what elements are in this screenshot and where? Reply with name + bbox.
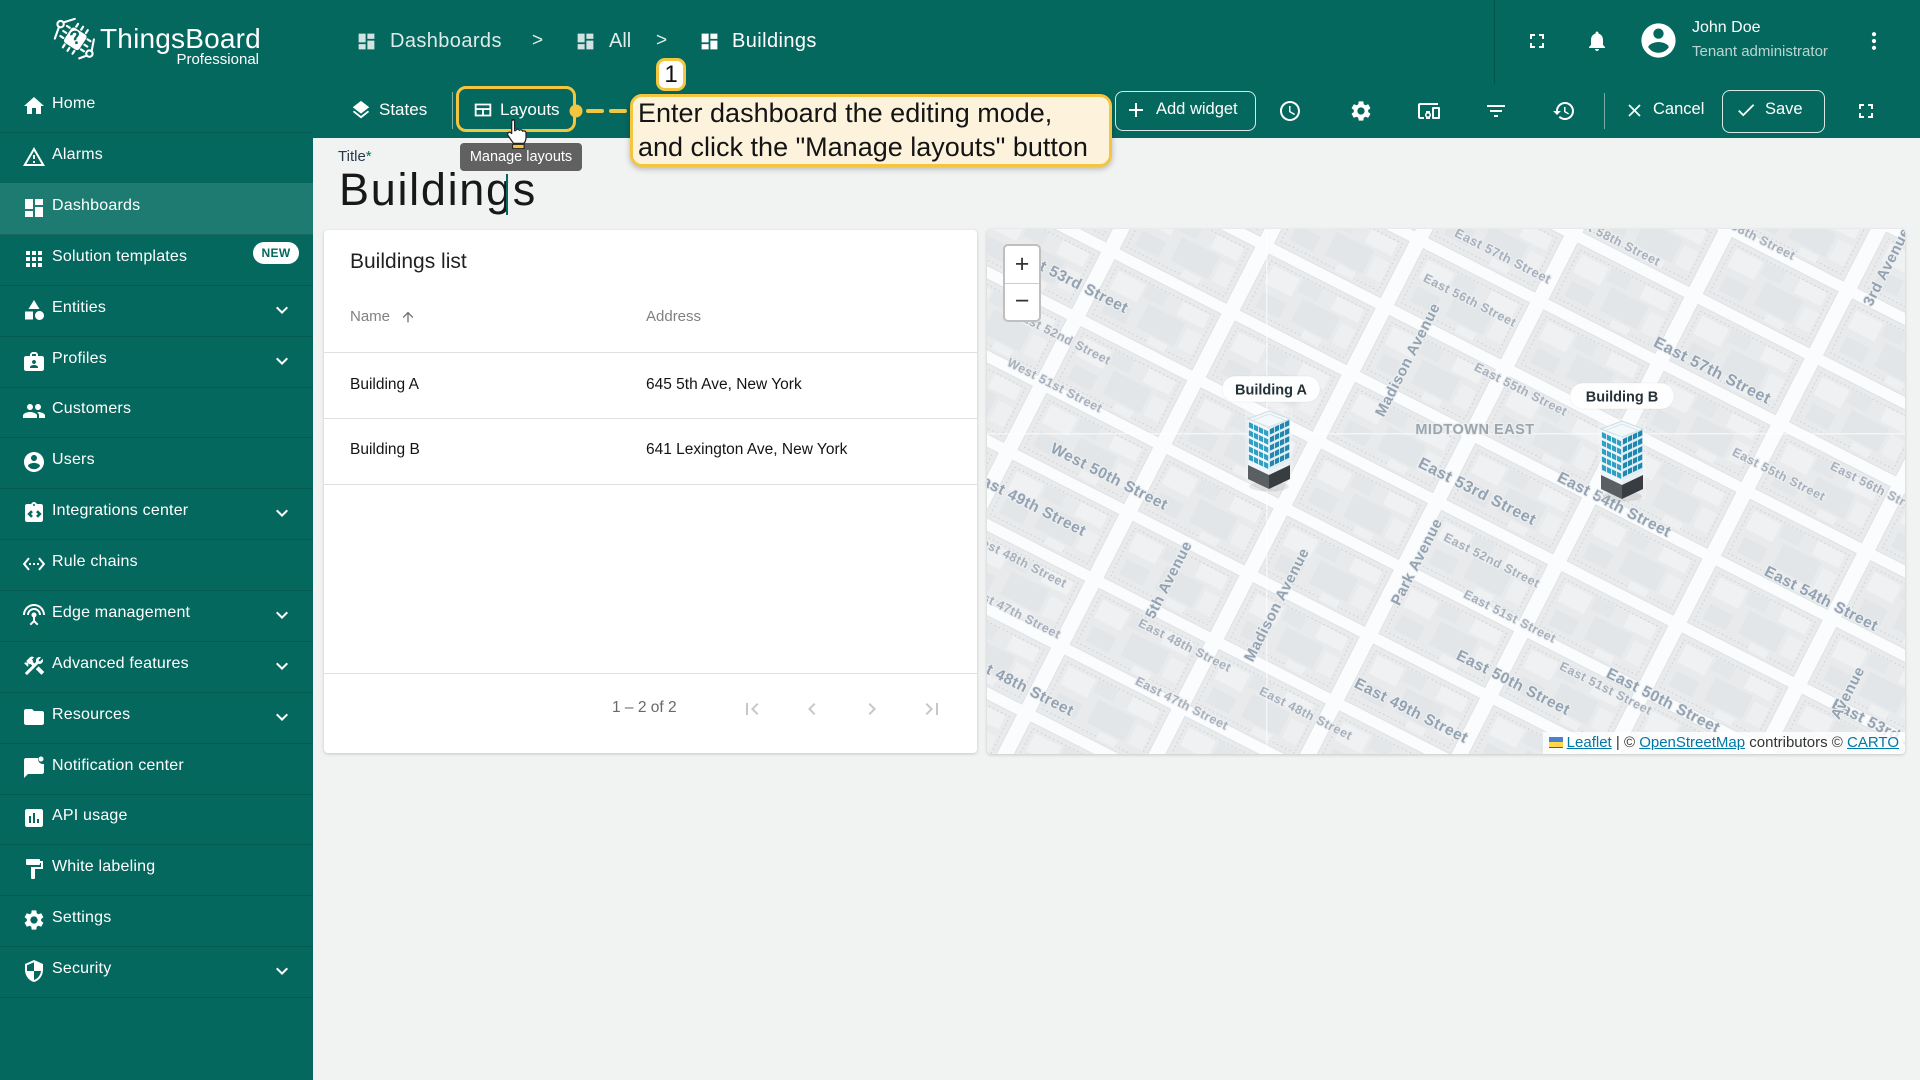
svg-text:Building B: Building B — [1586, 390, 1659, 406]
svg-text:Building A: Building A — [1235, 383, 1307, 399]
svg-text:MIDTOWN EAST: MIDTOWN EAST — [1415, 422, 1534, 438]
